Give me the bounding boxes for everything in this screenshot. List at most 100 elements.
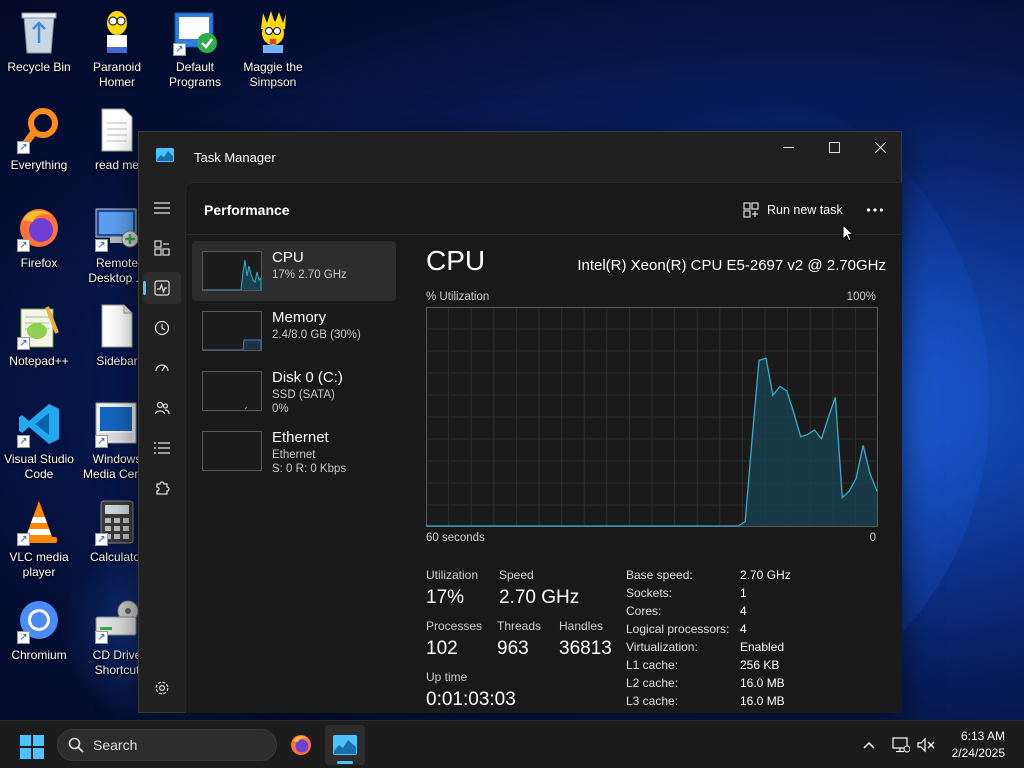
nav-users[interactable]	[143, 392, 181, 424]
desktop-icon-notepad-plus-plus[interactable]: ↗ Notepad++	[0, 302, 78, 369]
volume-tray-button[interactable]	[916, 735, 936, 755]
spec-value-cores: 4	[740, 604, 747, 618]
task-manager-window: Task Manager Performance Run new task CP…	[138, 131, 902, 713]
resource-detail-2: S: 0 R: 0 Kbps	[272, 463, 347, 475]
spec-value-base-speed: 2.70 GHz	[740, 568, 791, 582]
nav-services[interactable]	[143, 472, 181, 504]
mouse-cursor-icon	[842, 224, 854, 242]
nav-details[interactable]	[143, 432, 181, 464]
run-task-icon	[743, 202, 759, 218]
title-bar[interactable]: Task Manager	[139, 132, 901, 182]
windows-logo-pane	[20, 735, 31, 746]
window-title: Task Manager	[194, 150, 276, 165]
firefox-icon	[291, 735, 311, 755]
desktop-icon-maggie-simpson[interactable]: Maggie the Simpson	[234, 8, 312, 90]
resource-ethernet[interactable]: Ethernet Ethernet S: 0 R: 0 Kbps	[192, 421, 396, 481]
volume-muted-icon	[917, 737, 935, 753]
shortcut-arrow-icon: ↗	[17, 631, 30, 644]
resource-disk[interactable]: Disk 0 (C:) SSD (SATA) 0%	[192, 361, 396, 421]
resource-name: Disk 0 (C:)	[272, 369, 343, 386]
run-new-task-button[interactable]: Run new task	[743, 199, 843, 221]
hamburger-menu-button[interactable]	[143, 192, 181, 224]
clock-date[interactable]: 2/24/2025	[952, 746, 1005, 760]
read-me-icon	[93, 106, 141, 154]
resource-memory[interactable]: Memory 2.4/8.0 GB (30%)	[192, 301, 396, 361]
desktop-icon-label: VLC media	[9, 550, 69, 564]
windows-media-center-icon: ↗	[93, 400, 141, 448]
desktop-icon-label: Chromium	[11, 648, 67, 662]
desktop-icon-everything[interactable]: ↗ Everything	[0, 106, 78, 173]
resource-detail-2: 0%	[272, 403, 289, 415]
run-new-task-label: Run new task	[767, 203, 843, 217]
speed-label: Speed	[499, 568, 534, 582]
nav-settings[interactable]	[143, 672, 181, 704]
shortcut-arrow-icon: ↗	[173, 43, 186, 56]
minimize-icon	[782, 146, 794, 148]
maximize-button[interactable]	[811, 132, 857, 162]
search-placeholder: Search	[93, 737, 138, 753]
desktop-icon-label: Paranoid	[92, 60, 142, 74]
resource-detail: Ethernet	[272, 449, 316, 461]
desktop-icon-paranoid-homer[interactable]: Paranoid Homer	[78, 8, 156, 90]
nav-startup-apps[interactable]	[143, 352, 181, 384]
uptime-value: 0:01:03:03	[426, 689, 516, 710]
start-button[interactable]	[20, 735, 44, 759]
spec-label-base-speed: Base speed:	[626, 568, 693, 582]
taskbar-search-box[interactable]: Search	[57, 729, 277, 761]
show-hidden-icons-button[interactable]	[859, 735, 879, 755]
spec-value-virtualization: Enabled	[740, 640, 785, 654]
graph-time-zero-label: 0	[869, 532, 876, 544]
windows-logo-pane	[20, 748, 31, 759]
ethernet-thumbnail-graph	[202, 431, 262, 471]
desktop-icon-label: Everything	[10, 158, 68, 172]
spec-label-l3-cache: L3 cache:	[626, 694, 679, 708]
desktop-icon-vscode[interactable]: ↗ Visual Studio Code	[0, 400, 78, 482]
processes-value: 102	[426, 638, 458, 659]
spec-label-l2-cache: L2 cache:	[626, 676, 679, 690]
network-tray-button[interactable]	[891, 735, 911, 755]
navigation-rail	[139, 182, 185, 712]
chevron-up-icon	[863, 741, 875, 749]
shortcut-arrow-icon: ↗	[95, 239, 108, 252]
taskbar-firefox[interactable]	[281, 725, 321, 765]
desktop-icon-vlc[interactable]: ↗ VLC media player	[0, 498, 78, 580]
shortcut-arrow-icon: ↗	[17, 141, 30, 154]
disk-thumbnail-graph	[202, 371, 262, 411]
taskbar-task-manager[interactable]	[325, 725, 365, 765]
more-options-button[interactable]	[866, 197, 884, 218]
nav-processes[interactable]	[143, 232, 181, 264]
notepad-plus-plus-icon: ↗	[15, 302, 63, 350]
desktop-icon-recycle-bin[interactable]: Recycle Bin	[0, 8, 78, 75]
everything-icon: ↗	[15, 106, 63, 154]
desktop-icon-default-programs[interactable]: ↗ Default Programs	[156, 8, 234, 90]
spec-label-sockets: Sockets:	[626, 586, 673, 600]
clock-time[interactable]: 6:13 AM	[961, 729, 1005, 743]
users-icon	[154, 401, 170, 415]
utilization-value: 17%	[426, 587, 465, 608]
recycle-bin-icon	[15, 8, 63, 56]
minimize-button[interactable]	[765, 132, 811, 162]
cpu-heading: CPU	[426, 245, 486, 276]
nav-performance[interactable]	[143, 272, 181, 304]
uptime-label: Up time	[426, 670, 468, 684]
desktop-icon-label: Firefox	[20, 256, 58, 270]
shortcut-arrow-icon: ↗	[17, 533, 30, 546]
desktop-icon-label: Notepad++	[9, 354, 69, 368]
vlc-icon: ↗	[15, 498, 63, 546]
sidebar-icon	[93, 302, 141, 350]
resource-cpu[interactable]: CPU 17% 2.70 GHz	[192, 241, 396, 301]
desktop-icon-chromium[interactable]: ↗ Chromium	[0, 596, 78, 663]
maximize-icon	[828, 141, 840, 153]
close-icon	[874, 141, 886, 153]
nav-app-history[interactable]	[143, 312, 181, 344]
default-programs-icon: ↗	[171, 8, 219, 56]
history-icon	[154, 320, 170, 336]
desktop-icon-firefox[interactable]: ↗ Firefox	[0, 204, 78, 271]
vscode-icon: ↗	[15, 400, 63, 448]
shortcut-arrow-icon: ↗	[17, 435, 30, 448]
firefox-icon: ↗	[15, 204, 63, 252]
hamburger-icon	[154, 202, 170, 214]
close-button[interactable]	[857, 132, 903, 162]
handles-value: 36813	[559, 638, 612, 659]
resource-detail: 17% 2.70 GHz	[272, 269, 347, 281]
